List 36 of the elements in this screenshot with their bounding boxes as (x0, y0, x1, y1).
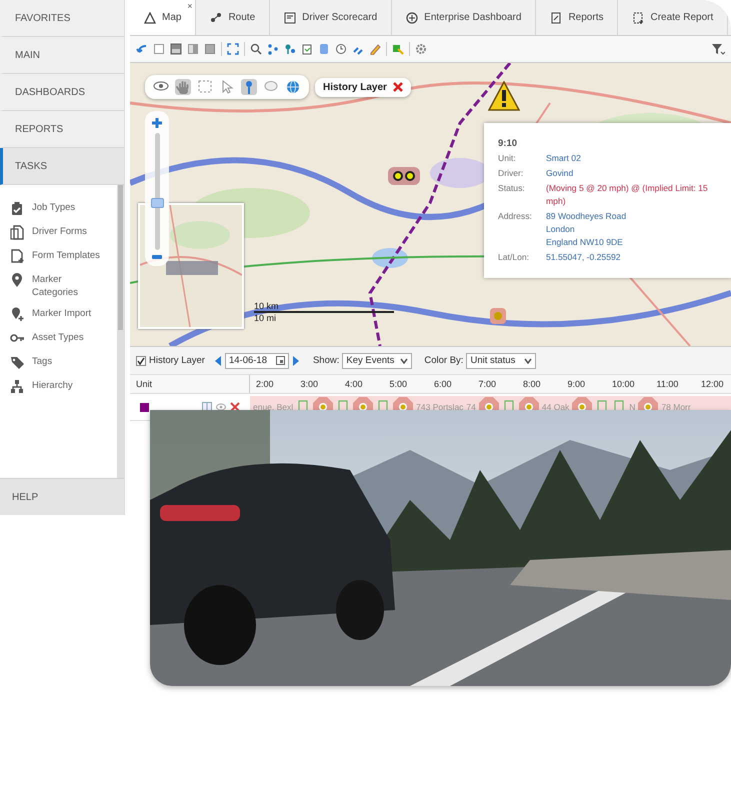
event-label: enue, Bexl (253, 402, 294, 412)
dropdown-label: Color By: (424, 355, 464, 366)
dropdown[interactable]: Unit status (466, 352, 536, 368)
hour-label: 7:00 (478, 379, 498, 389)
tab-close-button[interactable]: × (187, 1, 192, 11)
hour-label: 9:00 (568, 379, 586, 389)
dropdown-label: Show: (312, 355, 340, 366)
sidebar-item[interactable]: Tags (0, 351, 117, 375)
sidebar-item[interactable]: Job Types (0, 197, 117, 221)
hour-label: 3:00 (300, 379, 320, 389)
hour-label: 11:00 (656, 379, 680, 389)
sidebar-item[interactable]: Form Templates (0, 245, 117, 269)
sidebar-item[interactable]: Marker Import (0, 303, 117, 327)
hour-label: 10:00 (612, 379, 636, 389)
event-label: 743 Portslac (416, 402, 464, 412)
date-field[interactable]: 14-06-18 (224, 352, 289, 368)
event-label: 44 Oak (542, 402, 570, 412)
sidebar-item[interactable]: Marker Categories (0, 269, 117, 303)
sidebar-item[interactable]: Driver Forms (0, 221, 117, 245)
hour-label: 5:00 (390, 379, 408, 389)
dropdown[interactable]: Key Events (342, 352, 412, 368)
hour-label: 8:00 (523, 379, 542, 389)
checkbox-label[interactable]: History Layer (149, 355, 205, 366)
sidebar-item[interactable]: Hierarchy (0, 375, 117, 399)
hour-label: 2:00 (256, 379, 275, 389)
hour-label: 12:00 (701, 379, 725, 389)
sidebar-item[interactable]: Asset Types (0, 327, 117, 351)
hour-label: 4:00 (345, 379, 364, 389)
tab[interactable]: Map × (130, 0, 196, 35)
sidebar-section[interactable]: TASKS (0, 148, 124, 185)
hour-label: 6:00 (434, 379, 453, 389)
column-header: Unit (136, 379, 152, 389)
event-label: N (629, 402, 636, 412)
sidebar-section[interactable]: HELP (0, 478, 124, 515)
event-label: 78 Morr (661, 402, 691, 412)
event-label: 74 (466, 402, 476, 412)
